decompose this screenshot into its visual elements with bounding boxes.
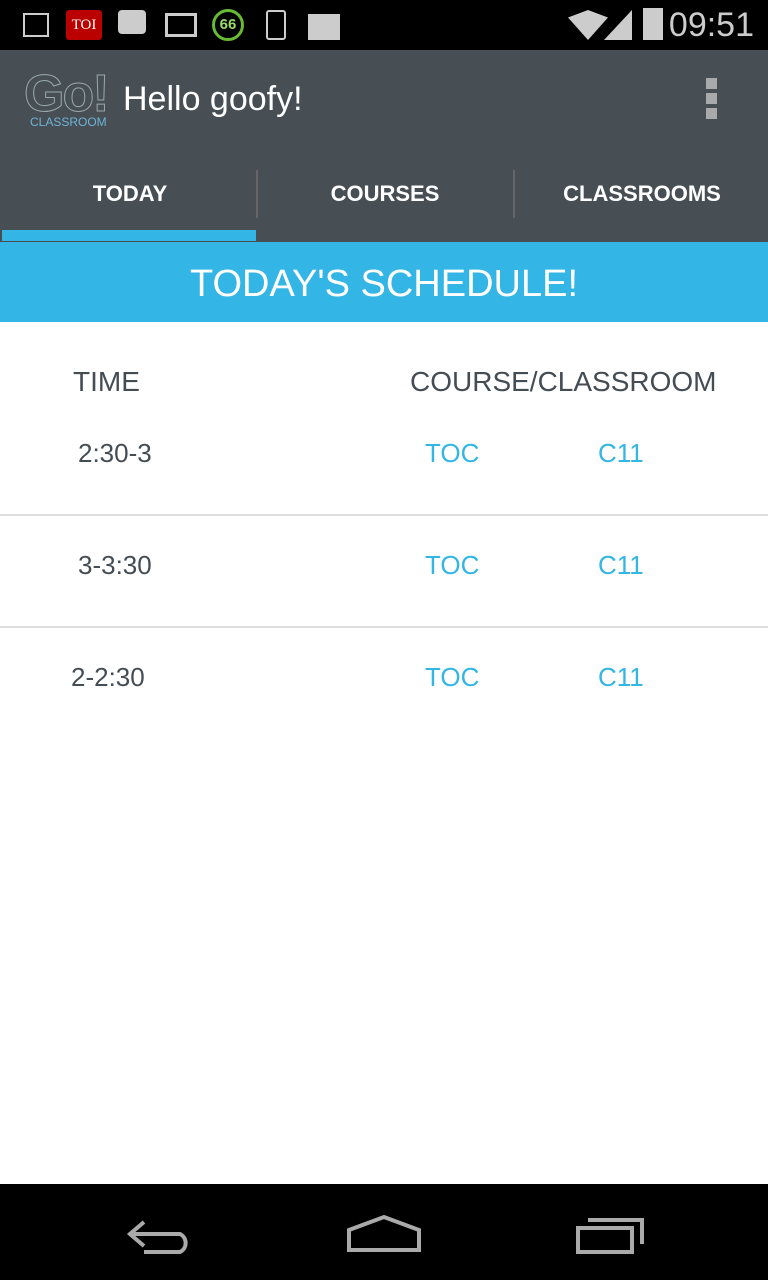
row-classroom[interactable]: C11 <box>598 550 644 581</box>
gmail-icon <box>165 13 197 37</box>
app-logo[interactable]: Go! CLASSROOM <box>24 68 114 130</box>
table-row[interactable]: 2-2:30 TOC C11 <box>0 628 768 740</box>
phone-icon <box>266 10 286 40</box>
table-row[interactable]: 2:30-3 TOC C11 <box>0 404 768 516</box>
toi-icon: TOI <box>66 10 102 40</box>
row-course[interactable]: TOC <box>425 438 479 469</box>
tab-classrooms[interactable]: CLASSROOMS <box>514 170 768 242</box>
gallery-icon <box>23 13 49 37</box>
action-bar: Go! CLASSROOM Hello goofy! TODAY COURSES … <box>0 50 768 242</box>
overflow-menu-icon[interactable] <box>706 78 718 123</box>
row-course[interactable]: TOC <box>425 662 479 693</box>
tab-indicator <box>2 230 256 241</box>
table-row[interactable]: 3-3:30 TOC C11 <box>0 516 768 628</box>
battery-icon <box>643 8 663 40</box>
row-classroom[interactable]: C11 <box>598 438 644 469</box>
status-bar: TOI 66 09:51 <box>0 0 768 50</box>
home-icon[interactable] <box>346 1214 422 1254</box>
signal-icon <box>604 10 632 40</box>
navigation-bar <box>0 1184 768 1280</box>
row-time: 2-2:30 <box>71 662 145 692</box>
row-time: 2:30-3 <box>78 438 152 468</box>
bbm-icon <box>118 10 146 34</box>
clock: 09:51 <box>668 6 754 44</box>
play-store-icon <box>308 14 340 40</box>
wifi-icon <box>568 10 608 40</box>
header-course-classroom: COURSE/CLASSROOM <box>410 366 717 397</box>
battery-saver-66-icon: 66 <box>212 9 244 41</box>
app-title: Hello goofy! <box>123 80 303 118</box>
row-time: 3-3:30 <box>78 550 152 580</box>
row-course[interactable]: TOC <box>425 550 479 581</box>
header-time: TIME <box>73 366 140 397</box>
tab-courses[interactable]: COURSES <box>257 170 513 242</box>
row-classroom[interactable]: C11 <box>598 662 644 693</box>
schedule-banner: TODAY'S SCHEDULE! <box>0 242 768 322</box>
recents-icon[interactable] <box>574 1216 646 1256</box>
back-icon[interactable] <box>124 1216 196 1256</box>
